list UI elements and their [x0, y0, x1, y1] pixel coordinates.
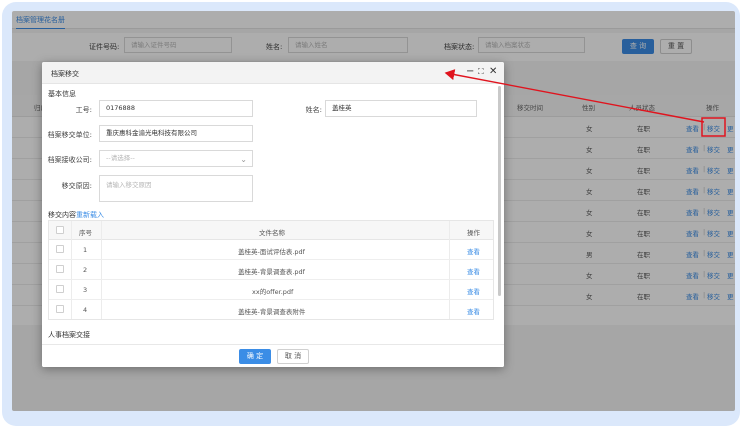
column-header-action: 操作 — [467, 229, 480, 237]
view-file-link[interactable]: 查看 — [467, 246, 480, 256]
view-file-link[interactable]: 查看 — [467, 306, 480, 316]
confirm-button[interactable]: 确 定 — [239, 349, 271, 364]
dialog-header: 档案移交 − ⛶ ✕ — [42, 62, 504, 84]
receiving-company-label: 档案接收公司: — [47, 156, 92, 164]
cancel-button[interactable]: 取 消 — [277, 349, 309, 364]
dialog-scrollbar[interactable] — [498, 86, 501, 296]
chevron-down-icon: ⌄ — [240, 155, 247, 164]
name-label: 姓名: — [305, 106, 322, 114]
row-checkbox[interactable] — [56, 265, 64, 273]
seq-cell: 2 — [83, 266, 88, 274]
maximize-icon[interactable]: ⛶ — [478, 66, 484, 78]
filename-cell: 盖桂英-面试评估表.pdf — [238, 248, 305, 256]
select-all-checkbox[interactable] — [56, 226, 64, 234]
transfer-content-heading: 移交内容重新载入 — [48, 210, 104, 220]
filename-cell: 盖桂英-背景调查表.pdf — [238, 268, 305, 276]
column-header-seq: 序号 — [79, 229, 92, 237]
transfer-dialog: 档案移交 − ⛶ ✕ 基本信息 工号: 0176888 姓名: 盖桂英 档案移交… — [42, 62, 504, 367]
filename-cell: xx的offer.pdf — [252, 288, 294, 296]
filename-cell: 盖桂英-背景调查表附件 — [238, 308, 306, 316]
file-row: 4 盖桂英-背景调查表附件 查看 — [49, 300, 493, 320]
receiving-company-select[interactable]: --请选择-- ⌄ — [99, 150, 253, 167]
dialog-title: 档案移交 — [51, 70, 79, 78]
file-table-header: 序号 文件名称 操作 — [49, 221, 493, 240]
row-checkbox[interactable] — [56, 305, 64, 313]
seq-cell: 4 — [83, 306, 88, 314]
file-table: 序号 文件名称 操作 1 盖桂英-面试评估表.pdf 查看 2 盖桂英-背景调查… — [48, 220, 494, 320]
employee-no-label: 工号: — [75, 106, 92, 114]
reason-label: 移交原因: — [61, 182, 92, 190]
employee-no-field[interactable]: 0176888 — [99, 100, 253, 117]
receiving-company-placeholder: --请选择-- — [106, 154, 135, 162]
transfer-unit-label: 档案移交单位: — [47, 131, 92, 139]
seq-cell: 3 — [83, 286, 88, 294]
close-icon[interactable]: ✕ — [489, 66, 497, 78]
transfer-unit-field[interactable]: 重庆惠科金渝光电科技有限公司 — [99, 125, 253, 142]
view-file-link[interactable]: 查看 — [467, 266, 480, 276]
name-field[interactable]: 盖桂英 — [325, 100, 477, 117]
view-file-link[interactable]: 查看 — [467, 286, 480, 296]
row-checkbox[interactable] — [56, 245, 64, 253]
dialog-footer: 确 定 取 消 — [42, 344, 504, 367]
hr-handover-heading: 人事档案交接 — [48, 331, 90, 339]
file-row: 3 xx的offer.pdf 查看 — [49, 280, 493, 300]
file-row: 1 盖桂英-面试评估表.pdf 查看 — [49, 240, 493, 260]
minimize-icon[interactable]: − — [466, 66, 474, 78]
file-row: 2 盖桂英-背景调查表.pdf 查看 — [49, 260, 493, 280]
transfer-content-label: 移交内容 — [48, 211, 76, 219]
reload-link[interactable]: 重新载入 — [76, 211, 104, 219]
column-header-filename: 文件名称 — [259, 229, 285, 237]
row-checkbox[interactable] — [56, 285, 64, 293]
reason-textarea[interactable]: 请输入移交原因 — [99, 175, 253, 202]
seq-cell: 1 — [83, 246, 88, 254]
basic-info-heading: 基本信息 — [48, 90, 76, 98]
